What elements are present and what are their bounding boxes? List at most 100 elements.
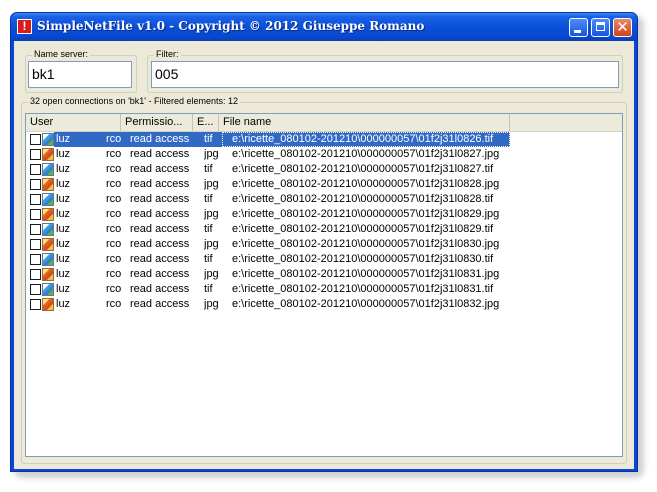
- cell-permission: read access: [130, 193, 190, 205]
- cell-extension: tif: [204, 193, 213, 205]
- column-header-extension[interactable]: E...: [193, 114, 219, 131]
- jpg-image-icon: [42, 298, 54, 311]
- cell-permission: read access: [130, 148, 190, 160]
- cell-permission: read access: [130, 238, 190, 250]
- table-row[interactable]: luz rco read access tif e:\ricette_080102-20…: [26, 222, 622, 237]
- row-checkbox[interactable]: [30, 209, 41, 220]
- cell-user-suffix: rco: [106, 193, 122, 205]
- cell-permission: read access: [130, 298, 190, 310]
- row-checkbox[interactable]: [30, 164, 41, 175]
- row-checkbox[interactable]: [30, 299, 41, 310]
- cell-permission: read access: [130, 283, 190, 295]
- cell-permission: read access: [130, 163, 190, 175]
- cell-extension: tif: [204, 253, 213, 265]
- cell-user-suffix: rco: [106, 148, 122, 160]
- table-row[interactable]: luz rco read access jpg e:\ricette_080102-20…: [26, 297, 622, 312]
- table-row[interactable]: luz rco read access jpg e:\ricette_080102-20…: [26, 147, 622, 162]
- cell-user: luz: [56, 178, 71, 190]
- cell-user: luz: [56, 253, 71, 265]
- cell-file-name: e:\ricette_080102-201210\000000057\01f2j…: [232, 298, 500, 310]
- table-row[interactable]: luz rco read access jpg e:\ricette_080102-20…: [26, 267, 622, 282]
- connections-list[interactable]: User Permissio... E... File name luz rco r…: [25, 113, 623, 457]
- cell-file-name: e:\ricette_080102-201210\000000057\01f2j…: [232, 253, 494, 265]
- table-row[interactable]: luz rco read access tif e:\ricette_080102-20…: [26, 252, 622, 267]
- list-header: User Permissio... E... File name: [26, 114, 622, 132]
- tif-image-icon: [42, 133, 54, 146]
- cell-extension: tif: [204, 223, 213, 235]
- table-row[interactable]: luz rco read access jpg e:\ricette_080102-20…: [26, 177, 622, 192]
- row-checkbox[interactable]: [30, 224, 41, 235]
- cell-permission: read access: [124, 132, 194, 147]
- row-checkbox[interactable]: [30, 254, 41, 265]
- cell-user-suffix: rco: [106, 208, 122, 220]
- tif-image-icon: [42, 283, 54, 296]
- maximize-icon: [596, 22, 605, 31]
- maximize-button[interactable]: [591, 18, 610, 37]
- cell-file-name: e:\ricette_080102-201210\000000057\01f2j…: [232, 193, 494, 205]
- column-header-file-name[interactable]: File name: [219, 114, 510, 131]
- cell-file-name: e:\ricette_080102-201210\000000057\01f2j…: [232, 238, 500, 250]
- row-checkbox[interactable]: [30, 134, 41, 145]
- table-row[interactable]: luz rco read access tif e:\ricette_080102-20…: [26, 192, 622, 207]
- jpg-image-icon: [42, 268, 54, 281]
- title-bar[interactable]: ! SimpleNetFile v1.0 - Copyright © 2012 …: [11, 13, 637, 41]
- app-icon[interactable]: !: [17, 19, 32, 34]
- column-header-user[interactable]: User: [26, 114, 121, 131]
- cell-user: luz: [56, 163, 71, 175]
- cell-file-name: e:\ricette_080102-201210\000000057\01f2j…: [232, 268, 500, 280]
- minimize-icon: [574, 30, 581, 33]
- cell-user: luz: [56, 223, 71, 235]
- cell-extension: jpg: [204, 238, 219, 250]
- cell-user: luz: [56, 193, 71, 205]
- jpg-image-icon: [42, 208, 54, 221]
- cell-file-name: e:\ricette_080102-201210\000000057\01f2j…: [232, 163, 494, 175]
- close-button[interactable]: ✕: [613, 18, 632, 37]
- main-window: ! SimpleNetFile v1.0 - Copyright © 2012 …: [10, 12, 638, 472]
- cell-permission: read access: [130, 223, 190, 235]
- row-checkbox[interactable]: [30, 179, 41, 190]
- table-row[interactable]: luz rco read access tif e:\ricette_080102-20…: [26, 282, 622, 297]
- tif-image-icon: [42, 193, 54, 206]
- cell-user-suffix: rco: [106, 298, 122, 310]
- cell-permission: read access: [130, 178, 190, 190]
- window-title: SimpleNetFile v1.0 - Copyright © 2012 Gi…: [37, 19, 425, 33]
- cell-permission: read access: [130, 253, 190, 265]
- cell-user-suffix: rco: [106, 163, 122, 175]
- table-row[interactable]: luz rco read access jpg e:\ricette_080102-20…: [26, 237, 622, 252]
- column-header-permission[interactable]: Permissio...: [121, 114, 193, 131]
- jpg-image-icon: [42, 238, 54, 251]
- table-row[interactable]: luz rco read access tif e:\ricette_080102-20…: [26, 162, 622, 177]
- name-server-label: Name server:: [32, 49, 91, 59]
- cell-user-suffix: rco: [106, 178, 122, 190]
- cell-extension: tif: [194, 132, 222, 147]
- cell-permission: read access: [130, 268, 190, 280]
- row-checkbox[interactable]: [30, 194, 41, 205]
- minimize-button[interactable]: [569, 18, 588, 37]
- cell-user-suffix: rco: [106, 268, 122, 280]
- cell-extension: jpg: [204, 208, 219, 220]
- filter-label: Filter:: [154, 49, 181, 59]
- row-checkbox[interactable]: [30, 149, 41, 160]
- row-checkbox[interactable]: [30, 239, 41, 250]
- cell-user: luz: [56, 208, 71, 220]
- filter-input[interactable]: 005: [151, 61, 619, 88]
- tif-image-icon: [42, 253, 54, 266]
- jpg-image-icon: [42, 148, 54, 161]
- tif-image-icon: [42, 223, 54, 236]
- row-checkbox[interactable]: [30, 269, 41, 280]
- row-checkbox[interactable]: [30, 284, 41, 295]
- jpg-image-icon: [42, 178, 54, 191]
- cell-user-suffix: rco: [106, 283, 122, 295]
- table-row[interactable]: luz rco read access jpg e:\ricette_080102-20…: [26, 207, 622, 222]
- name-server-input[interactable]: bk1: [28, 61, 132, 88]
- cell-extension: tif: [204, 163, 213, 175]
- cell-user: luz: [56, 268, 71, 280]
- cell-extension: jpg: [204, 298, 219, 310]
- cell-user-suffix: rco: [106, 253, 122, 265]
- cell-user: luz: [56, 148, 71, 160]
- client-area: Name server: bk1 Filter: 005 32 open con…: [14, 41, 634, 469]
- table-row[interactable]: luz rco read access tif e:\ricette_080102-20…: [26, 132, 622, 147]
- cell-user-suffix: rco: [106, 223, 122, 235]
- cell-file-name: e:\ricette_080102-201210\000000057\01f2j…: [222, 132, 510, 147]
- cell-extension: jpg: [204, 268, 219, 280]
